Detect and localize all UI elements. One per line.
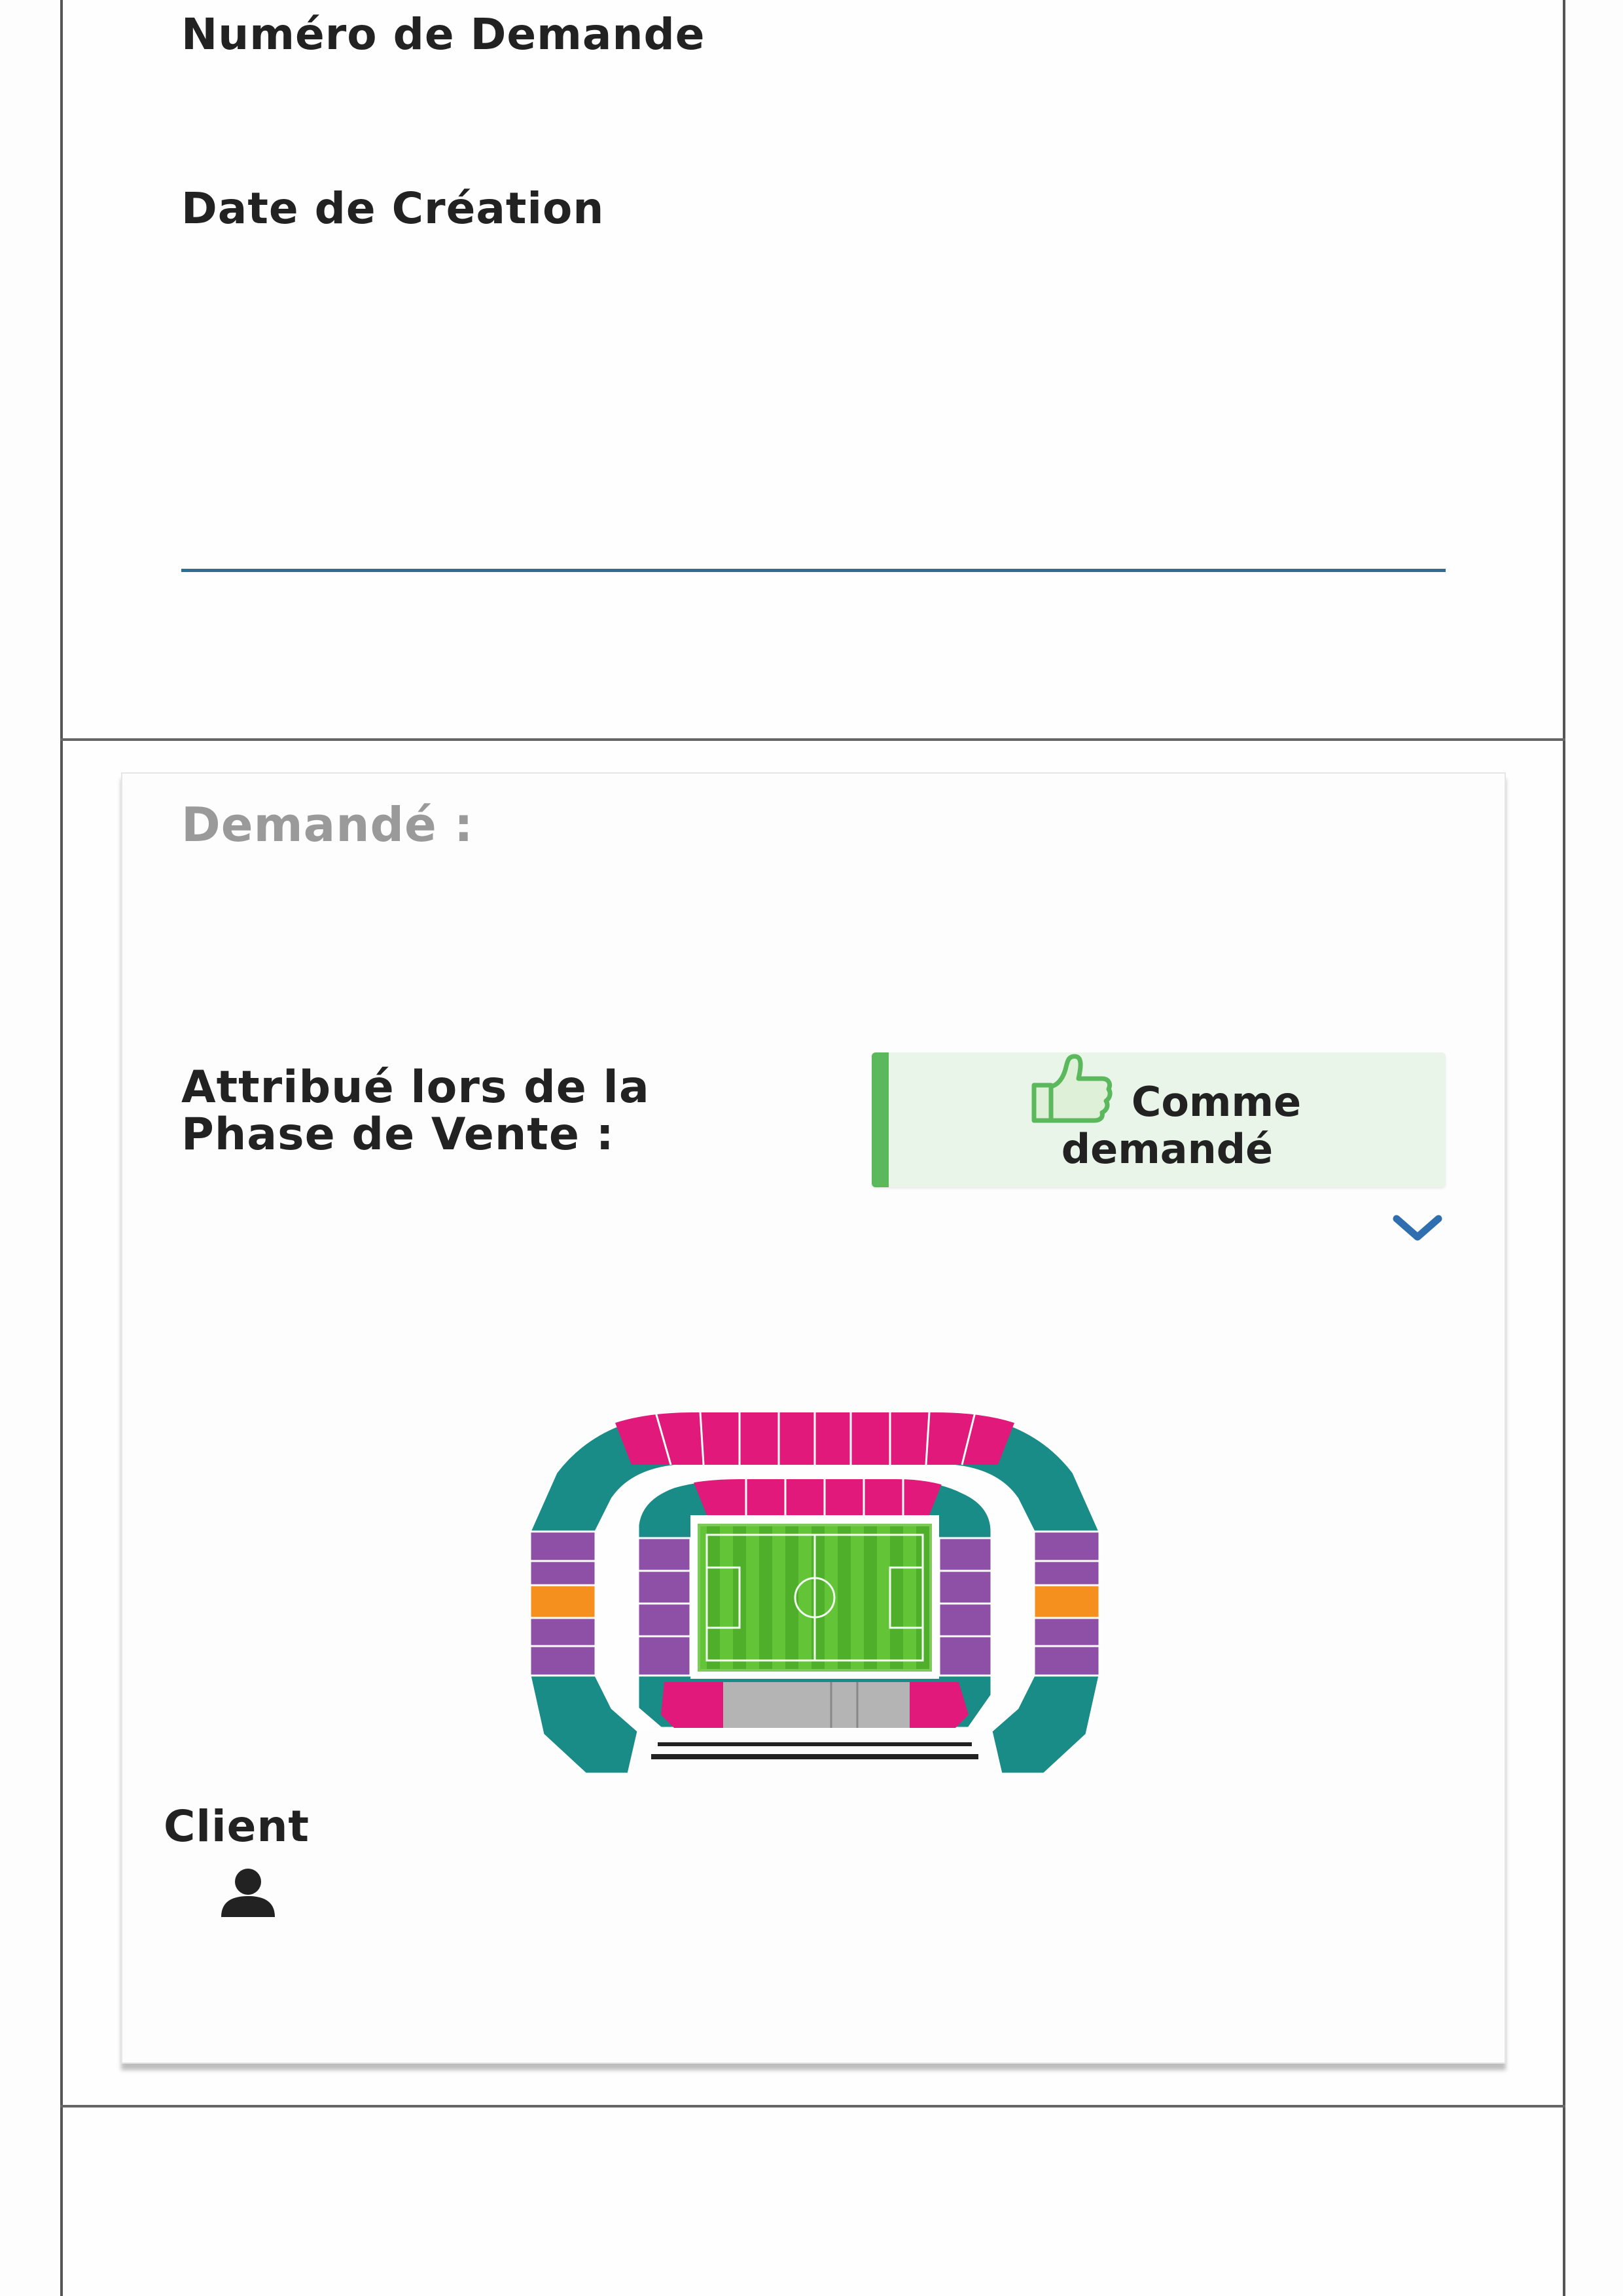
client-label: Client (164, 1801, 310, 1852)
field-underline (181, 569, 1446, 572)
section-divider (60, 2105, 1565, 2108)
requested-label: Demandé : (181, 797, 474, 852)
assigned-label-line2: Phase de Vente : (181, 1109, 615, 1160)
status-badge-line1: Comme (1131, 1078, 1302, 1126)
assigned-label: Attribué lors de la Phase de Vente : (181, 1064, 650, 1158)
section-divider (60, 738, 1565, 741)
creation-date-label: Date de Création (181, 183, 605, 234)
assigned-label-line1: Attribué lors de la (181, 1062, 650, 1113)
chevron-down-icon[interactable] (1391, 1212, 1444, 1244)
user-icon (221, 1869, 275, 1917)
status-badge: Comme demandé (872, 1052, 1446, 1187)
stadium-map[interactable] (510, 1401, 1119, 1787)
status-badge-line2: demandé (1061, 1125, 1274, 1173)
request-number-label: Numéro de Demande (181, 9, 705, 60)
